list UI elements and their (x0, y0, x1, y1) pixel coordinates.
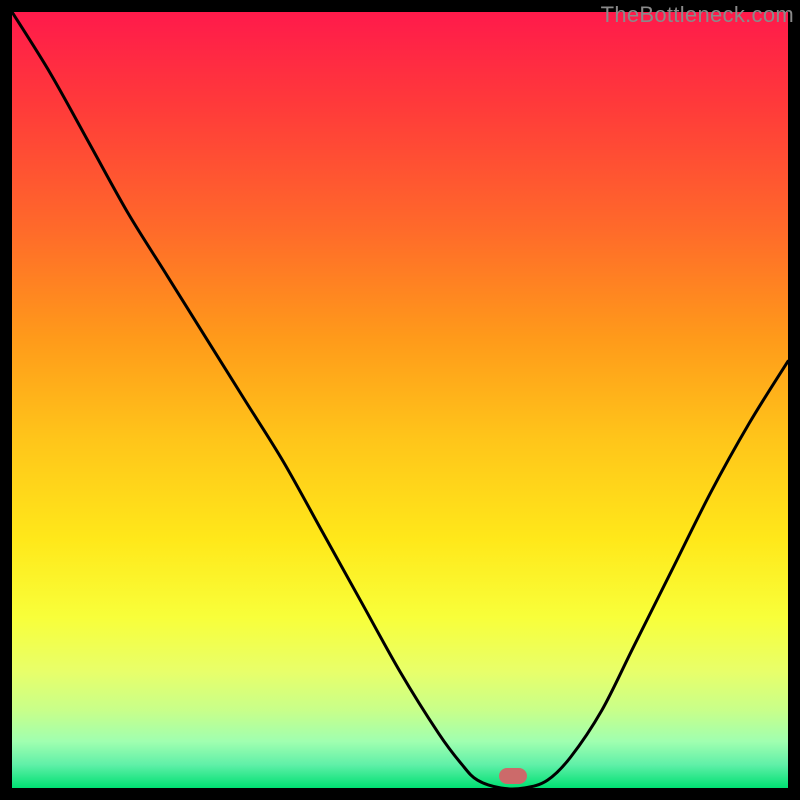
watermark-text: TheBottleneck.com (601, 2, 794, 28)
chart-frame: TheBottleneck.com (0, 0, 800, 800)
plot-area (12, 12, 788, 788)
optimal-marker (499, 768, 527, 784)
bottleneck-curve (12, 12, 788, 788)
